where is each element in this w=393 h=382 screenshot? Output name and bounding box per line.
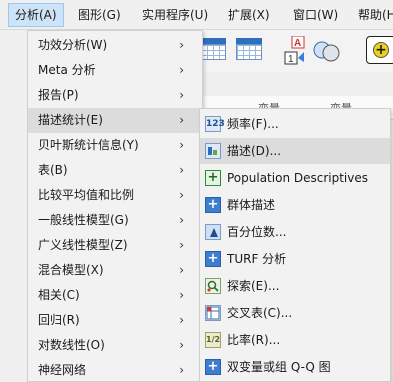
menu-item-label: 报告(P) bbox=[38, 88, 79, 102]
submenu-item-frequencies[interactable]: 123 频率(F)... bbox=[200, 111, 390, 137]
menu-item-label: 比较平均值和比例 bbox=[38, 188, 135, 202]
submenu-item-label: 比率(R)... bbox=[227, 333, 281, 347]
menu-item-neural-networks[interactable]: 神经网络 › bbox=[28, 358, 202, 382]
submenu-item-label: 描述(D)... bbox=[227, 144, 282, 158]
turf-icon: + bbox=[205, 251, 221, 267]
menu-item-label: 描述统计(E) bbox=[38, 113, 103, 127]
submenu-item-group-descriptives[interactable]: + 群体描述 bbox=[200, 192, 390, 218]
data-view-icon[interactable] bbox=[200, 38, 226, 60]
menu-item-bayesian[interactable]: 贝叶斯统计信息(Y) › bbox=[28, 133, 202, 158]
population-descriptives-icon: + bbox=[205, 170, 221, 186]
group-descriptives-icon: + bbox=[205, 197, 221, 213]
menu-item-label: 贝叶斯统计信息(Y) bbox=[38, 138, 139, 152]
ratio-icon: 1/2 bbox=[205, 332, 221, 348]
menu-window[interactable]: 窗口(W) bbox=[287, 3, 344, 27]
chevron-right-icon: › bbox=[179, 338, 184, 352]
add-variable-icon[interactable]: + bbox=[366, 36, 393, 64]
submenu-item-label: 百分位数... bbox=[227, 225, 287, 239]
chevron-right-icon: › bbox=[179, 138, 184, 152]
menu-item-label: 对数线性(O) bbox=[38, 338, 105, 352]
menu-item-label: 神经网络 bbox=[38, 363, 87, 377]
menu-item-tables[interactable]: 表(B) › bbox=[28, 158, 202, 183]
chevron-right-icon: › bbox=[179, 288, 184, 302]
chart-builder-icon[interactable]: A 1 bbox=[284, 35, 308, 66]
chevron-right-icon: › bbox=[179, 238, 184, 252]
submenu-item-ratio[interactable]: 1/2 比率(R)... bbox=[200, 327, 390, 353]
descriptives-icon bbox=[205, 143, 221, 159]
menu-item-label: 回归(R) bbox=[38, 313, 80, 327]
chevron-right-icon: › bbox=[179, 313, 184, 327]
submenu-item-descriptives[interactable]: 描述(D)... bbox=[200, 138, 390, 164]
submenu-item-label: TURF 分析 bbox=[227, 252, 287, 266]
menu-item-label: Meta 分析 bbox=[38, 63, 96, 77]
chevron-right-icon: › bbox=[179, 38, 184, 52]
menu-analyze[interactable]: 分析(A) bbox=[8, 3, 64, 27]
menu-item-meta-analysis[interactable]: Meta 分析 › bbox=[28, 58, 202, 83]
chevron-right-icon: › bbox=[179, 163, 184, 177]
menu-bar: 分析(A) 图形(G) 实用程序(U) 扩展(X) 窗口(W) 帮助(H) bbox=[0, 0, 393, 30]
menu-item-correlate[interactable]: 相关(C) › bbox=[28, 283, 202, 308]
menu-help[interactable]: 帮助(H) bbox=[352, 3, 393, 27]
chevron-right-icon: › bbox=[179, 113, 184, 127]
chevron-right-icon: › bbox=[179, 263, 184, 277]
submenu-item-label: 双变量或组 Q-Q 图 bbox=[227, 360, 331, 374]
chevron-right-icon: › bbox=[179, 188, 184, 202]
menu-item-loglinear[interactable]: 对数线性(O) › bbox=[28, 333, 202, 358]
explore-icon bbox=[205, 278, 221, 294]
menu-item-compare-means[interactable]: 比较平均值和比例 › bbox=[28, 183, 202, 208]
percentiles-icon bbox=[205, 224, 221, 240]
crosstabs-icon bbox=[205, 305, 221, 321]
menu-item-label: 功效分析(W) bbox=[38, 38, 108, 52]
frequencies-icon: 123 bbox=[205, 116, 225, 132]
menu-item-label: 表(B) bbox=[38, 163, 68, 177]
submenu-item-label: Population Descriptives bbox=[227, 171, 368, 185]
menu-item-label: 一般线性模型(G) bbox=[38, 213, 129, 227]
submenu-item-label: 探索(E)... bbox=[227, 279, 280, 293]
menu-item-generalized-linear-model[interactable]: 广义线性模型(Z) › bbox=[28, 233, 202, 258]
submenu-item-turf[interactable]: + TURF 分析 bbox=[200, 246, 390, 272]
menu-utilities[interactable]: 实用程序(U) bbox=[136, 3, 214, 27]
menu-item-regression[interactable]: 回归(R) › bbox=[28, 308, 202, 333]
svg-text:A: A bbox=[294, 38, 301, 49]
menu-item-label: 相关(C) bbox=[38, 288, 80, 302]
chevron-right-icon: › bbox=[179, 363, 184, 377]
submenu-item-crosstabs[interactable]: 交叉表(C)... bbox=[200, 300, 390, 326]
submenu-item-label: 交叉表(C)... bbox=[227, 306, 293, 320]
menu-item-label: 广义线性模型(Z) bbox=[38, 238, 128, 252]
submenu-item-percentiles[interactable]: 百分位数... bbox=[200, 219, 390, 245]
chevron-right-icon: › bbox=[179, 88, 184, 102]
svg-text:1: 1 bbox=[288, 54, 294, 65]
menu-extensions[interactable]: 扩展(X) bbox=[222, 3, 276, 27]
menu-graphs[interactable]: 图形(G) bbox=[72, 3, 127, 27]
menu-item-reports[interactable]: 报告(P) › bbox=[28, 83, 202, 108]
submenu-item-qq-plot[interactable]: + 双变量或组 Q-Q 图 bbox=[200, 354, 390, 380]
submenu-item-explore[interactable]: 探索(E)... bbox=[200, 273, 390, 299]
menu-item-mixed-models[interactable]: 混合模型(X) › bbox=[28, 258, 202, 283]
chevron-right-icon: › bbox=[179, 63, 184, 77]
toolbar: A 1 + bbox=[200, 30, 393, 72]
analyze-menu: 功效分析(W) › Meta 分析 › 报告(P) › 描述统计(E) › 贝叶… bbox=[27, 30, 203, 382]
qq-plot-icon: + bbox=[205, 359, 221, 375]
menu-item-general-linear-model[interactable]: 一般线性模型(G) › bbox=[28, 208, 202, 233]
menu-item-descriptive-statistics[interactable]: 描述统计(E) › bbox=[28, 108, 202, 133]
compare-circles-icon[interactable] bbox=[312, 38, 342, 64]
submenu-item-population-descriptives[interactable]: + Population Descriptives bbox=[200, 165, 390, 191]
submenu-item-label: 频率(F)... bbox=[227, 117, 279, 131]
chevron-right-icon: › bbox=[179, 213, 184, 227]
descriptive-statistics-submenu: 123 频率(F)... 描述(D)... + Population Descr… bbox=[199, 108, 391, 382]
variable-view-icon[interactable] bbox=[236, 38, 262, 60]
submenu-item-label: 群体描述 bbox=[227, 198, 276, 212]
menu-item-label: 混合模型(X) bbox=[38, 263, 104, 277]
menu-item-power-analysis[interactable]: 功效分析(W) › bbox=[28, 33, 202, 58]
